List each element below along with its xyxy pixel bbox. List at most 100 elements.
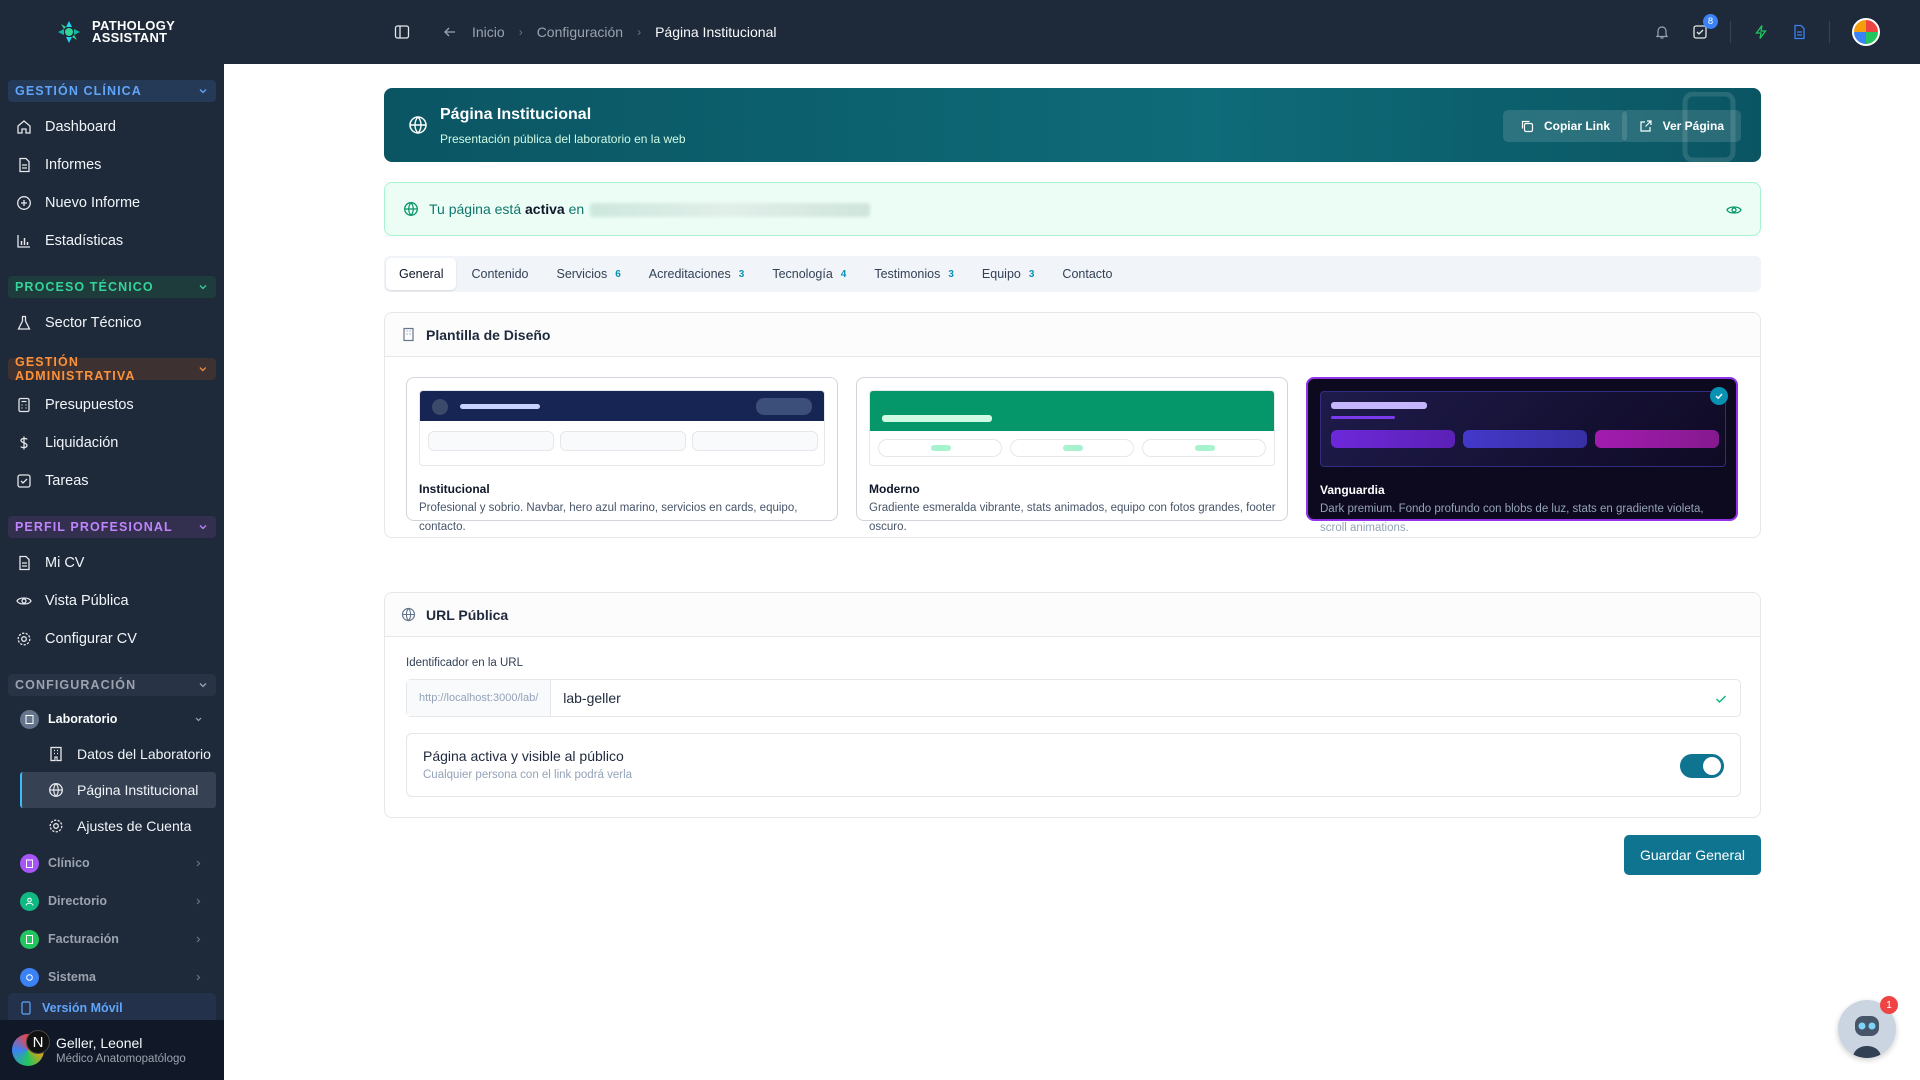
chevron-down-icon (199, 367, 207, 372)
sidebar-group-laboratorio[interactable]: Laboratorio (0, 702, 224, 736)
chevron-down-icon (199, 683, 207, 688)
template-name: Vanguardia (1320, 483, 1385, 497)
user-profile[interactable]: N Geller, Leonel Médico Anatomopatólogo (0, 1020, 224, 1080)
tab-count: 3 (1028, 268, 1035, 280)
sidebar-group-clinico[interactable]: Clínico (0, 844, 224, 882)
home-icon (17, 120, 31, 134)
brand-name: PATHOLOGY ASSISTANT (92, 19, 182, 44)
page-header: Página Institucional Presentación públic… (384, 88, 1761, 162)
tab-contenido[interactable]: Contenido (458, 258, 541, 290)
sidebar-item-dashboard[interactable]: Dashboard (0, 108, 224, 146)
sidebar-item-label: Vista Pública (45, 593, 129, 609)
save-general-button[interactable]: Guardar General (1624, 835, 1761, 875)
section-proceso-tecnico[interactable]: PROCESO TÉCNICO (8, 276, 216, 298)
globe-icon (401, 607, 416, 622)
brand[interactable]: PATHOLOGY ASSISTANT (0, 0, 224, 64)
eye-icon[interactable] (1726, 202, 1742, 218)
section-perfil-profesional[interactable]: PERFIL PROFESIONAL (8, 516, 216, 538)
url-prefix: http://localhost:3000/lab/ (407, 680, 552, 716)
sidebar-item-label: Presupuestos (45, 397, 134, 413)
bell-icon[interactable] (1654, 24, 1670, 40)
tab-testimonios[interactable]: Testimonios 3 (861, 258, 967, 290)
flask-icon (17, 315, 31, 330)
logo-icon (58, 21, 80, 43)
sidebar-item-informes[interactable]: Informes (0, 146, 224, 184)
tab-general[interactable]: General (386, 258, 457, 290)
tab-label: General (399, 267, 444, 281)
user-avatar-top[interactable] (1852, 18, 1880, 46)
tab-equipo[interactable]: Equipo 3 (969, 258, 1048, 290)
sidebar-item-vista-publica[interactable]: Vista Pública (0, 582, 224, 620)
sidebar-group-facturacion[interactable]: Facturación (0, 920, 224, 958)
url-slug-input[interactable]: http://localhost:3000/lab/ lab-geller (406, 679, 1741, 717)
section-configuracion[interactable]: CONFIGURACIÓN (8, 674, 216, 696)
lightning-icon[interactable] (1753, 24, 1769, 40)
sidebar-item-tareas[interactable]: Tareas (0, 462, 224, 500)
document-icon (19, 555, 30, 571)
sidebar-group-label: Directorio (48, 894, 108, 908)
breadcrumb-configuracion[interactable]: Configuración (537, 24, 623, 40)
sidebar-item-datos-laboratorio[interactable]: Datos del Laboratorio (20, 736, 216, 772)
breadcrumb-separator: › (518, 25, 523, 39)
template-name: Institucional (419, 482, 490, 496)
main-content: Página Institucional Presentación públic… (224, 64, 1920, 1080)
globe-icon (49, 783, 63, 798)
sidebar-group-sistema[interactable]: Sistema (0, 958, 224, 996)
building-icon (25, 714, 34, 724)
template-option-moderno[interactable]: Moderno Gradiente esmeralda vibrante, st… (856, 377, 1288, 533)
url-slug-value[interactable]: lab-geller (551, 690, 621, 706)
tab-servicios[interactable]: Servicios 6 (543, 258, 633, 290)
template-option-institucional[interactable]: Institucional Profesional y sobrio. Navb… (406, 377, 838, 533)
settings-tabs: General Contenido Servicios 6 Acreditacio… (384, 256, 1761, 292)
page-subtitle: Presentación pública del laboratorio en … (440, 132, 686, 146)
sidebar-item-mi-cv[interactable]: Mi CV (0, 544, 224, 582)
sidebar: PATHOLOGY ASSISTANT GESTIÓN CLÍNICA Dash… (0, 0, 224, 1080)
tab-count: 4 (840, 268, 847, 280)
sidebar-item-nuevo-informe[interactable]: Nuevo Informe (0, 184, 224, 222)
url-field-label: Identificador en la URL (406, 657, 523, 669)
tasks-button[interactable]: 8 (1692, 14, 1718, 40)
visibility-toggle[interactable] (1680, 754, 1724, 778)
chevron-down-icon (195, 717, 202, 721)
breadcrumb-separator: › (637, 25, 642, 39)
sidebar-item-label: Estadísticas (45, 233, 124, 249)
sidebar-item-configurar-cv[interactable]: Configurar CV (0, 620, 224, 658)
visibility-title: Página activa y visible al público (423, 748, 624, 764)
tab-count: 3 (948, 268, 954, 280)
smartphone-icon (21, 1001, 31, 1015)
tab-tecnologia[interactable]: Tecnología 4 (759, 258, 859, 290)
sidebar-item-presupuestos[interactable]: Presupuestos (0, 386, 224, 424)
active-status-text: Tu página está activa en (429, 200, 871, 218)
sidebar-item-label: Tareas (45, 473, 89, 489)
tab-label: Servicios (556, 267, 608, 281)
users-icon (25, 897, 34, 906)
status-text-pre: Tu página está (429, 200, 522, 217)
copy-link-button[interactable]: Copiar Link (1502, 110, 1627, 142)
sidebar-item-label: Mi CV (45, 555, 85, 571)
chevron-right-icon (196, 936, 201, 942)
sidebar-group-directorio[interactable]: Directorio (0, 882, 224, 920)
chevron-right-icon (196, 898, 201, 904)
sidebar-item-liquidacion[interactable]: Liquidación (0, 424, 224, 462)
document-icon[interactable] (1791, 24, 1807, 40)
sidebar-group-label: Laboratorio (48, 712, 118, 726)
sidebar-item-label: Datos del Laboratorio (77, 746, 211, 762)
section-gestion-clinica[interactable]: GESTIÓN CLÍNICA (8, 80, 216, 102)
template-option-vanguardia[interactable]: Vanguardia Dark premium. Fondo profundo … (1306, 377, 1738, 534)
sidebar-item-estadisticas[interactable]: Estadísticas (0, 222, 224, 260)
status-text-post: en (568, 200, 585, 217)
back-arrow-icon[interactable] (442, 24, 458, 40)
sidebar-item-sector-tecnico[interactable]: Sector Técnico (0, 304, 224, 342)
public-url-card-title: URL Pública (426, 606, 509, 623)
external-link-icon (1640, 120, 1652, 132)
sidebar-item-pagina-institucional[interactable]: Página Institucional (20, 772, 216, 808)
sidebar-toggle-icon[interactable] (394, 24, 410, 40)
tab-acreditaciones[interactable]: Acreditaciones 3 (636, 258, 758, 290)
view-page-button[interactable]: Ver Página (1621, 110, 1741, 142)
section-gestion-administrativa[interactable]: GESTIÓN ADMINISTRATIVA (8, 355, 216, 383)
app-root: PATHOLOGY ASSISTANT GESTIÓN CLÍNICA Dash… (0, 0, 1920, 1080)
tab-contacto[interactable]: Contacto (1049, 258, 1125, 290)
sidebar-item-ajustes-cuenta[interactable]: Ajustes de Cuenta (20, 808, 216, 844)
mobile-version-link[interactable]: Versión Móvil (8, 993, 216, 1023)
breadcrumb-inicio[interactable]: Inicio (472, 24, 505, 40)
